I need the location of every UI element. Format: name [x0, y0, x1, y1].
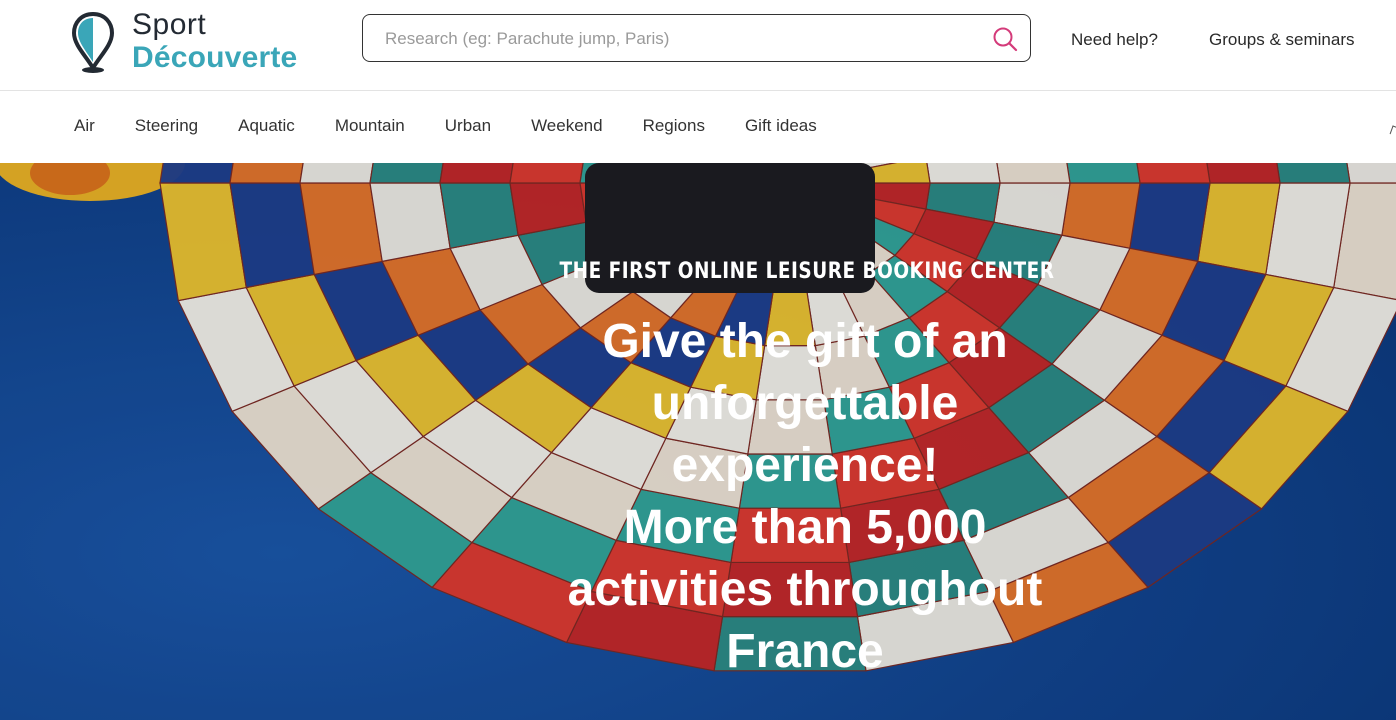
headline-line: unforgettable [651, 377, 959, 430]
nav-item-regions[interactable]: Regions [643, 116, 705, 136]
search-box [362, 14, 1031, 63]
search-icon[interactable] [992, 26, 1018, 52]
nav-scroll-arrow-icon[interactable] [1389, 125, 1396, 136]
headline-line: activities throughout [567, 563, 1043, 616]
hero-headline: Give the gift of an unforgettable experi… [460, 311, 1150, 683]
search-input[interactable] [383, 15, 987, 63]
logo-line-decouverte: Découverte [132, 41, 298, 74]
hero-kicker: THE FIRST ONLINE LEISURE BOOKING CENTER [559, 259, 1055, 284]
headline-line: France [726, 625, 884, 678]
headline-line: Give the gift of an [602, 315, 1008, 368]
nav-item-mountain[interactable]: Mountain [335, 116, 405, 136]
groups-seminars-link[interactable]: Groups & seminars [1209, 30, 1355, 50]
site-header: Sport Découverte Need help? Groups & sem… [0, 0, 1396, 91]
logo-line-sport: Sport [132, 8, 207, 41]
site-logo[interactable]: Sport Découverte [72, 10, 332, 76]
nav-item-steering[interactable]: Steering [135, 116, 198, 136]
nav-item-air[interactable]: Air [74, 116, 95, 136]
category-nav: Air Steering Aquatic Mountain Urban Week… [0, 91, 1396, 163]
hero-banner: THE FIRST ONLINE LEISURE BOOKING CENTER … [0, 163, 1396, 720]
nav-item-aquatic[interactable]: Aquatic [238, 116, 295, 136]
logo-wordmark: Sport Découverte [132, 10, 297, 73]
headline-line: More than 5,000 [623, 501, 987, 554]
need-help-link[interactable]: Need help? [1071, 30, 1158, 50]
headline-line: experience! [671, 439, 939, 492]
nav-item-gift-ideas[interactable]: Gift ideas [745, 116, 817, 136]
nav-item-urban[interactable]: Urban [445, 116, 491, 136]
map-pin-logo-icon [72, 12, 114, 73]
nav-item-weekend[interactable]: Weekend [531, 116, 603, 136]
